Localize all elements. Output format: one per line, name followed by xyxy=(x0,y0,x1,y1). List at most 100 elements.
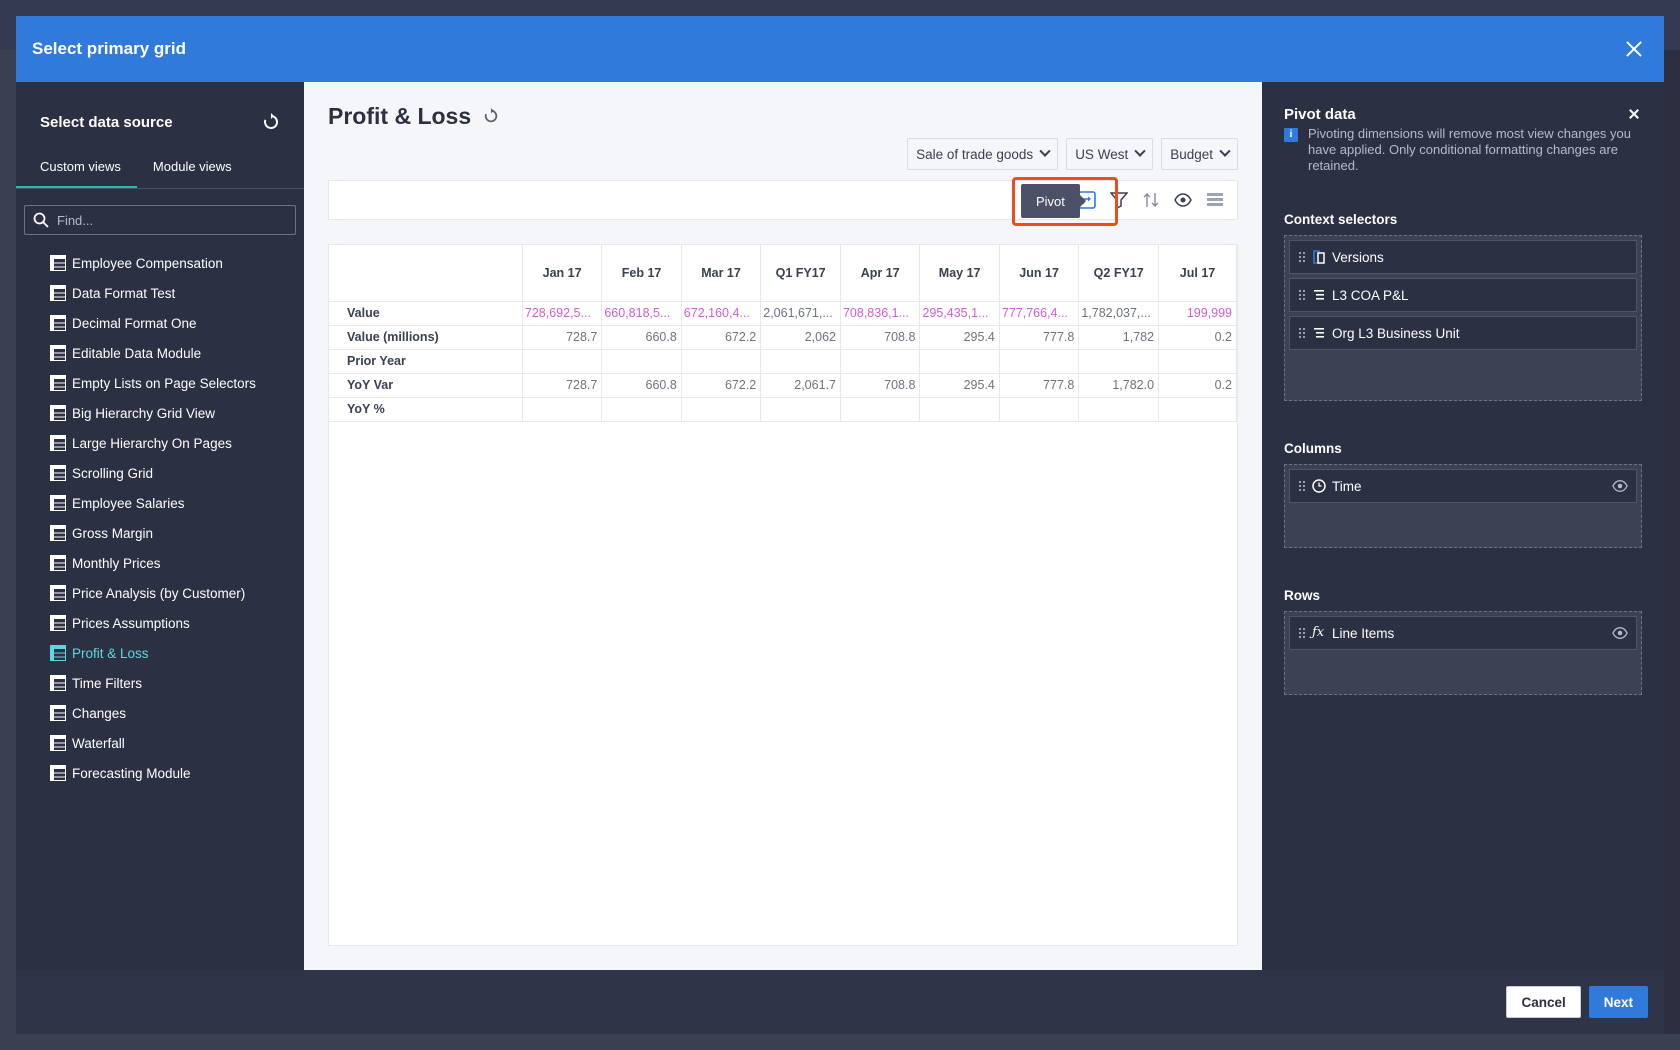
column-header[interactable]: Jun 17 xyxy=(999,245,1080,302)
column-header[interactable]: May 17 xyxy=(919,245,1000,302)
grid-cell[interactable]: 2,061.7 xyxy=(760,373,841,398)
view-item[interactable]: Big Hierarchy Grid View xyxy=(16,398,304,428)
dimension-chip[interactable]: Versions xyxy=(1289,240,1637,274)
view-item[interactable]: Time Filters xyxy=(16,668,304,698)
column-header[interactable]: Apr 17 xyxy=(840,245,921,302)
sort-button[interactable] xyxy=(1135,184,1167,216)
eye-icon[interactable] xyxy=(1612,478,1628,494)
grid-cell[interactable]: 777.8 xyxy=(999,325,1080,350)
drag-handle-icon[interactable] xyxy=(1298,289,1306,301)
drag-handle-icon[interactable] xyxy=(1298,251,1306,263)
view-item[interactable]: Price Analysis (by Customer) xyxy=(16,578,304,608)
grid-cell[interactable]: 1,782,037,... xyxy=(1078,301,1160,326)
grid-cell[interactable]: 672.2 xyxy=(681,325,762,350)
search-input[interactable] xyxy=(57,212,287,228)
view-item[interactable]: Forecasting Module xyxy=(16,758,304,788)
view-item[interactable]: Employee Salaries xyxy=(16,488,304,518)
grid-cell[interactable] xyxy=(919,397,1000,422)
drag-handle-icon[interactable] xyxy=(1298,627,1306,639)
view-item-active[interactable]: Profit & Loss xyxy=(16,638,304,668)
rows-dropzone[interactable]: ƒx Line Items xyxy=(1284,611,1642,695)
context-dropzone[interactable]: Versions L3 COA P&L Org L3 Business Unit xyxy=(1284,235,1642,401)
grid-cell[interactable] xyxy=(919,349,1000,374)
selector-dropdown[interactable]: Budget xyxy=(1161,138,1238,170)
drag-handle-icon[interactable] xyxy=(1298,480,1306,492)
grid-cell[interactable] xyxy=(840,349,921,374)
grid-cell[interactable]: 1,782 xyxy=(1078,325,1160,350)
view-item[interactable]: Changes xyxy=(16,698,304,728)
grid-cell[interactable] xyxy=(999,397,1080,422)
view-item[interactable]: Decimal Format One xyxy=(16,308,304,338)
view-item[interactable]: Employee Compensation xyxy=(16,248,304,278)
grid-cell[interactable]: 199,999 xyxy=(1158,301,1237,326)
grid-cell[interactable] xyxy=(681,349,762,374)
grid-cell[interactable] xyxy=(1158,349,1237,374)
row-header[interactable]: YoY Var xyxy=(329,373,523,398)
grid-cell[interactable]: 728,692,5... xyxy=(522,301,603,326)
grid-cell[interactable]: 708,836,1... xyxy=(840,301,921,326)
view-item[interactable]: Large Hierarchy On Pages xyxy=(16,428,304,458)
grid-cell[interactable]: 728.7 xyxy=(522,325,603,350)
view-item[interactable]: Gross Margin xyxy=(16,518,304,548)
view-item[interactable]: Data Format Test xyxy=(16,278,304,308)
grid-cell[interactable]: 660,818,5... xyxy=(601,301,682,326)
selector-dropdown[interactable]: Sale of trade goods xyxy=(907,138,1059,170)
grid-cell[interactable]: 295.4 xyxy=(919,373,1000,398)
column-header[interactable]: Jan 17 xyxy=(522,245,603,302)
drag-handle-icon[interactable] xyxy=(1298,327,1306,339)
grid-cell[interactable]: 295.4 xyxy=(919,325,1000,350)
refresh-icon[interactable] xyxy=(483,108,499,124)
row-header[interactable]: Value xyxy=(329,301,523,326)
grid-cell[interactable]: 672,160,4... xyxy=(681,301,762,326)
view-item[interactable]: Prices Assumptions xyxy=(16,608,304,638)
show-hide-button[interactable] xyxy=(1167,184,1199,216)
grid-cell[interactable] xyxy=(601,397,682,422)
column-header[interactable]: Jul 17 xyxy=(1158,245,1237,302)
cancel-button[interactable]: Cancel xyxy=(1506,986,1581,1018)
column-header[interactable]: Q1 FY17 xyxy=(760,245,841,302)
dimension-chip[interactable]: Time xyxy=(1289,469,1637,503)
eye-icon[interactable] xyxy=(1612,625,1628,641)
grid-cell[interactable] xyxy=(522,349,603,374)
column-header[interactable]: Mar 17 xyxy=(681,245,762,302)
dimension-chip[interactable]: L3 COA P&L xyxy=(1289,278,1637,312)
grid-cell[interactable] xyxy=(1078,349,1160,374)
grid-cell[interactable]: 0.2 xyxy=(1158,325,1237,350)
dimension-chip[interactable]: Org L3 Business Unit xyxy=(1289,316,1637,350)
grid-cell[interactable]: 708.8 xyxy=(840,325,921,350)
grid-cell[interactable] xyxy=(681,397,762,422)
grid-cell[interactable]: 0.2 xyxy=(1158,373,1237,398)
grid-cell[interactable] xyxy=(601,349,682,374)
grid-cell[interactable] xyxy=(999,349,1080,374)
column-header[interactable]: Q2 FY17 xyxy=(1078,245,1160,302)
grid-cell[interactable] xyxy=(840,397,921,422)
row-header[interactable]: YoY % xyxy=(329,397,523,422)
view-item[interactable]: Scrolling Grid xyxy=(16,458,304,488)
grid-cell[interactable]: 672.2 xyxy=(681,373,762,398)
next-button[interactable]: Next xyxy=(1588,986,1648,1018)
grid-cell[interactable]: 777.8 xyxy=(999,373,1080,398)
grid-cell[interactable] xyxy=(1078,397,1160,422)
grid-cell[interactable] xyxy=(1158,397,1237,422)
selector-dropdown[interactable]: US West xyxy=(1066,138,1154,170)
grid-cell[interactable]: 777,766,4... xyxy=(999,301,1080,326)
grid-cell[interactable] xyxy=(760,397,841,422)
close-icon[interactable] xyxy=(1620,35,1648,63)
dimension-chip[interactable]: ƒx Line Items xyxy=(1289,616,1637,650)
grid-cell[interactable]: 295,435,1... xyxy=(919,301,1000,326)
grid-cell[interactable]: 708.8 xyxy=(840,373,921,398)
grid-cell[interactable]: 660.8 xyxy=(601,373,682,398)
grid-cell[interactable]: 2,061,671,... xyxy=(760,301,841,326)
row-header[interactable]: Value (millions) xyxy=(329,325,523,350)
tab-module-views[interactable]: Module views xyxy=(137,148,248,188)
columns-dropzone[interactable]: Time xyxy=(1284,464,1642,548)
grid-cell[interactable]: 1,782.0 xyxy=(1078,373,1160,398)
grid-cell[interactable] xyxy=(522,397,603,422)
grid-cell[interactable]: 2,062 xyxy=(760,325,841,350)
refresh-icon[interactable] xyxy=(262,113,280,131)
grid-cell[interactable]: 728.7 xyxy=(522,373,603,398)
view-item[interactable]: Empty Lists on Page Selectors xyxy=(16,368,304,398)
tab-custom-views[interactable]: Custom views xyxy=(16,148,137,188)
column-header[interactable]: Feb 17 xyxy=(601,245,682,302)
close-pivot-icon[interactable] xyxy=(1626,106,1642,122)
